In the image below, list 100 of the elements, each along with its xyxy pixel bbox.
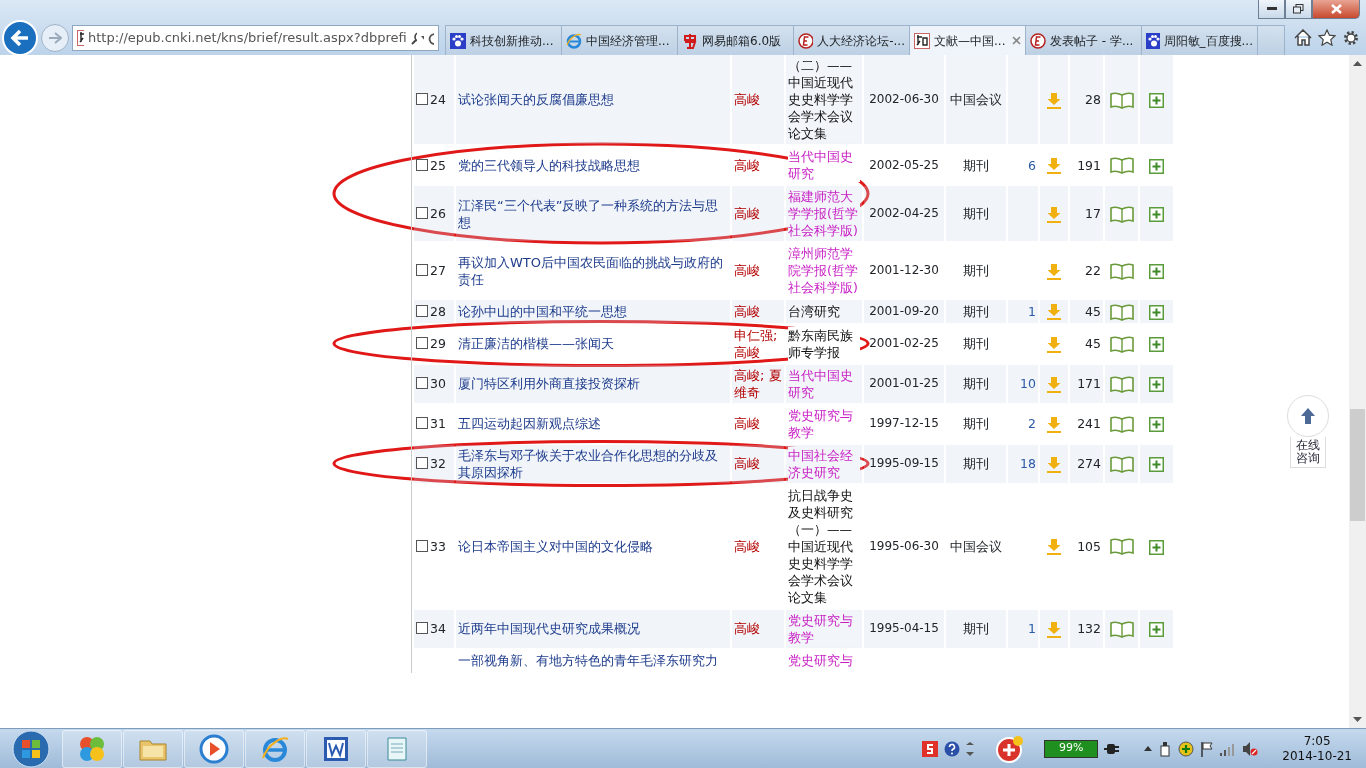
scroll-down-icon[interactable] <box>1353 717 1362 722</box>
checkbox[interactable] <box>416 158 428 171</box>
checkbox[interactable] <box>416 304 428 317</box>
publish-date: 2001-02-25 <box>868 335 940 352</box>
scroll-up-icon[interactable] <box>1353 61 1362 66</box>
source-link[interactable]: 福建师范大学学报(哲学社会科学版) <box>788 188 860 239</box>
help-icon[interactable] <box>944 740 961 757</box>
author-link[interactable]: 高峻 <box>734 91 782 108</box>
clock-time[interactable]: 7:05 <box>1282 733 1352 749</box>
add-icon[interactable] <box>1149 93 1164 108</box>
close-button[interactable] <box>1312 0 1360 19</box>
show-hidden-icon[interactable] <box>1144 746 1153 751</box>
browser-tab[interactable]: 发表帖子 - 学... <box>1025 25 1142 55</box>
security-shield-icon[interactable] <box>994 733 1025 764</box>
add-icon[interactable] <box>1149 264 1164 279</box>
checkbox[interactable] <box>416 93 428 105</box>
clock-date[interactable]: 2014-10-21 <box>1282 748 1352 764</box>
open-book-icon[interactable] <box>1109 374 1134 393</box>
add-icon[interactable] <box>1149 539 1164 555</box>
checkbox[interactable] <box>416 417 428 429</box>
power-plug-icon[interactable] <box>1104 741 1121 756</box>
author-link[interactable]: 高峻; 夏维奇 <box>734 366 782 401</box>
checkbox[interactable] <box>416 207 428 219</box>
add-icon[interactable] <box>1149 622 1164 637</box>
citation-count-link[interactable]: 6 <box>1010 156 1036 174</box>
plus-badge-icon[interactable] <box>1178 740 1195 757</box>
open-book-icon[interactable] <box>1109 334 1134 353</box>
row-number: 34 <box>430 621 446 636</box>
signal-bars-icon[interactable] <box>1220 741 1237 756</box>
open-book-icon[interactable] <box>1109 414 1134 433</box>
taskbar-app-button[interactable] <box>62 729 122 768</box>
author-link[interactable]: 高峻 <box>734 415 782 432</box>
row-number: 25 <box>430 157 446 173</box>
article-title-link[interactable]: 清正廉洁的楷模——张闻天 <box>458 335 728 352</box>
publish-date: 1995-06-30 <box>868 537 940 555</box>
checkbox[interactable] <box>416 337 428 349</box>
add-icon[interactable] <box>1149 377 1164 392</box>
browser-tab[interactable]: 中国经济管理... <box>561 25 678 55</box>
author-link[interactable]: 高峻 <box>734 156 782 174</box>
browser-tab[interactable]: 人大经济论坛-... <box>793 25 910 55</box>
source-link[interactable]: 当代中国史研究 <box>788 148 860 182</box>
author-link[interactable]: 高峻 <box>734 262 782 279</box>
home-icon[interactable] <box>1294 29 1312 46</box>
close-icon[interactable] <box>1012 36 1021 45</box>
star-icon[interactable] <box>1318 29 1336 46</box>
open-book-icon[interactable] <box>1109 261 1134 280</box>
scrollbar-thumb[interactable] <box>1350 409 1365 521</box>
article-title-link[interactable]: 论日本帝国主义对中国的文化侵略 <box>458 537 728 555</box>
taskbar-app-button[interactable] <box>184 729 244 768</box>
add-icon[interactable] <box>1149 417 1164 432</box>
checkbox[interactable] <box>416 539 428 552</box>
open-book-icon[interactable] <box>1109 90 1134 109</box>
expand-caret-icon[interactable] <box>966 741 975 756</box>
restore-button[interactable] <box>1285 0 1312 19</box>
article-title-link[interactable]: 再议加入WTO后中国农民面临的挑战与政府的责任 <box>458 253 728 288</box>
settings-icon[interactable] <box>1342 29 1360 47</box>
checkbox[interactable] <box>416 377 428 389</box>
add-icon[interactable] <box>1149 207 1164 222</box>
checkbox[interactable] <box>416 457 428 469</box>
open-book-icon[interactable] <box>1109 302 1134 321</box>
address-bar[interactable]: http://epub.cnki.net/kns/brief/result.aspx?dbprefi <box>72 25 439 51</box>
volume-muted-icon[interactable] <box>1242 740 1259 757</box>
citation-count-link[interactable]: 2 <box>1010 415 1036 432</box>
open-book-icon[interactable] <box>1109 156 1134 175</box>
back-button[interactable] <box>2 20 38 56</box>
article-title-link[interactable]: 党的三代领导人的科技战略思想 <box>458 156 728 174</box>
open-book-icon[interactable] <box>1109 619 1134 638</box>
article-title-link[interactable]: 一部视角新、有地方特色的青年毛泽东研究力 <box>458 651 728 669</box>
open-book-icon[interactable] <box>1109 537 1134 556</box>
add-icon[interactable] <box>1149 337 1164 352</box>
article-title-link[interactable]: 毛泽东与邓子恢关于农业合作化思想的分歧及其原因探析 <box>458 446 728 481</box>
row-number: 32 <box>430 456 446 471</box>
browser-tab[interactable]: 文献—中国... <box>909 25 1026 55</box>
scroll-to-top-button[interactable] <box>1287 395 1329 437</box>
flag-icon[interactable] <box>1200 740 1215 757</box>
author-link[interactable]: 高峻 <box>734 537 782 555</box>
input-method-icon[interactable] <box>922 740 939 757</box>
online-consult-link[interactable]: 在线咨询 <box>1290 437 1326 468</box>
source-link[interactable]: 中国社会经济史研究 <box>788 446 860 481</box>
usb-device-icon[interactable] <box>1158 740 1173 757</box>
checkbox[interactable] <box>416 622 428 634</box>
add-icon[interactable] <box>1149 457 1164 472</box>
add-icon[interactable] <box>1149 158 1164 174</box>
browser-tab[interactable]: 网易邮箱6.0版 <box>677 25 794 55</box>
taskbar-app-button[interactable] <box>245 729 305 768</box>
browser-tab[interactable]: 周阳敏_百度搜... <box>1141 25 1258 55</box>
download-count: 45 <box>1084 302 1101 320</box>
checkbox[interactable] <box>416 264 428 276</box>
add-icon[interactable] <box>1149 304 1164 320</box>
browser-tab[interactable]: 科技创新推动... <box>445 25 562 55</box>
article-title-link[interactable]: 五四运动起因新观点综述 <box>458 415 728 432</box>
taskbar-app-button[interactable] <box>306 729 366 768</box>
open-book-icon[interactable] <box>1109 204 1134 223</box>
source-link[interactable]: 漳州师范学院学报(哲学社会科学版) <box>788 245 860 296</box>
author-link[interactable]: 申仁强; 高峻 <box>734 326 782 361</box>
open-book-icon[interactable] <box>1109 454 1134 473</box>
start-button[interactable] <box>12 729 50 768</box>
article-title-link[interactable]: 试论张闻天的反腐倡廉思想 <box>458 91 728 108</box>
minimize-button[interactable] <box>1258 0 1285 19</box>
battery-indicator[interactable]: 99% <box>1044 739 1099 758</box>
